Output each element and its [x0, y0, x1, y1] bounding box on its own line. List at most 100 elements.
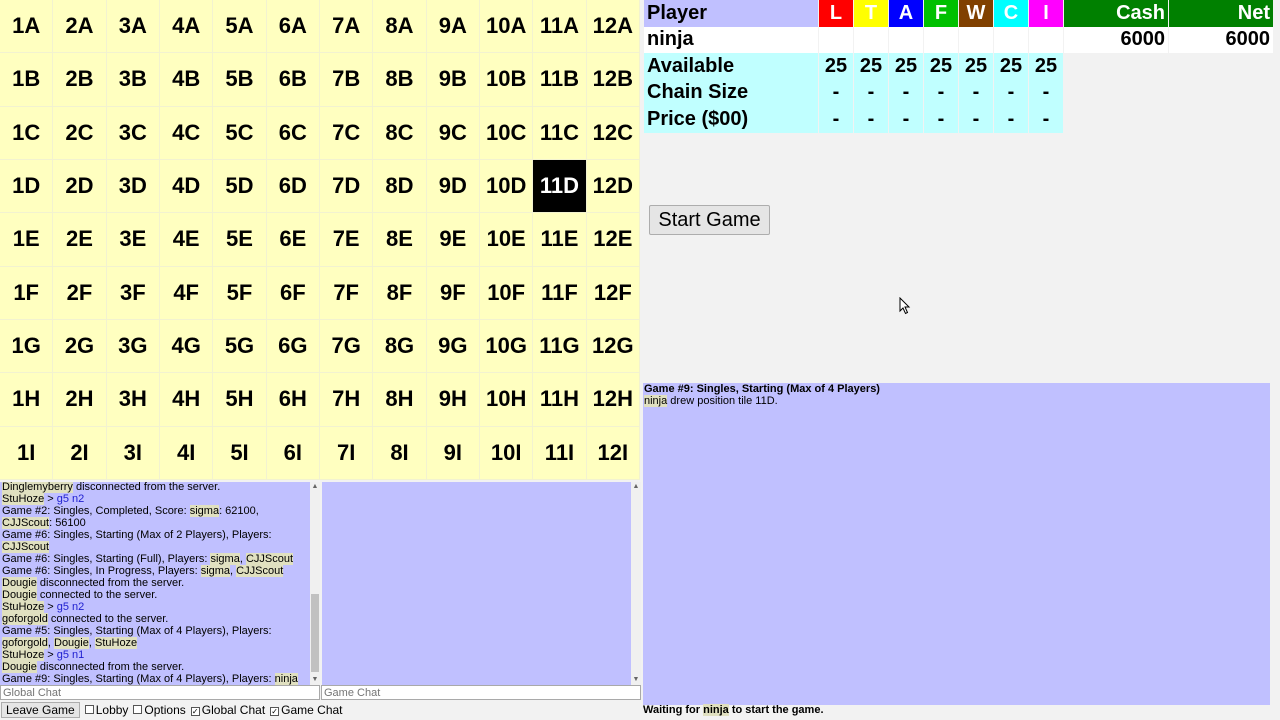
- board-tile-5a[interactable]: 5A: [213, 0, 267, 54]
- board-tile-4b[interactable]: 4B: [159, 53, 214, 107]
- board-tile-1h[interactable]: 1H: [0, 373, 54, 427]
- board-tile-10a[interactable]: 10A: [479, 0, 534, 54]
- board-tile-7g[interactable]: 7G: [319, 319, 374, 374]
- board-tile-7h[interactable]: 7H: [319, 373, 374, 427]
- board-tile-5i[interactable]: 5I: [213, 426, 267, 480]
- board-tile-2b[interactable]: 2B: [53, 53, 107, 107]
- board-tile-10b[interactable]: 10B: [479, 53, 534, 107]
- board-tile-10c[interactable]: 10C: [479, 106, 534, 160]
- board-tile-10h[interactable]: 10H: [479, 373, 534, 427]
- board-tile-9i[interactable]: 9I: [426, 426, 480, 480]
- checkbox-global-chat[interactable]: ✓: [190, 707, 200, 716]
- board-tile-5h[interactable]: 5H: [213, 373, 267, 427]
- board-tile-8h[interactable]: 8H: [373, 373, 427, 427]
- board-tile-11f[interactable]: 11F: [533, 266, 587, 320]
- board-tile-5d[interactable]: 5D: [213, 159, 267, 214]
- board-tile-6c[interactable]: 6C: [266, 106, 320, 160]
- board-tile-1f[interactable]: 1F: [0, 266, 54, 320]
- board-tile-3d[interactable]: 3D: [106, 159, 160, 214]
- board-tile-8e[interactable]: 8E: [373, 213, 427, 267]
- checkbox-game-chat[interactable]: ✓: [270, 707, 280, 716]
- board-tile-4g[interactable]: 4G: [159, 319, 214, 374]
- board-tile-6i[interactable]: 6I: [266, 426, 320, 480]
- start-game-button[interactable]: Start Game: [649, 205, 770, 235]
- board-tile-6e[interactable]: 6E: [266, 213, 320, 267]
- board-tile-4c[interactable]: 4C: [159, 106, 214, 160]
- board-tile-2g[interactable]: 2G: [53, 319, 107, 374]
- board-tile-2c[interactable]: 2C: [53, 106, 107, 160]
- board-tile-4a[interactable]: 4A: [159, 0, 214, 54]
- board-tile-3a[interactable]: 3A: [106, 0, 160, 54]
- board-tile-8g[interactable]: 8G: [373, 319, 427, 374]
- board-tile-7i[interactable]: 7I: [319, 426, 374, 480]
- board-tile-6d[interactable]: 6D: [266, 159, 320, 214]
- board-tile-12b[interactable]: 12B: [586, 53, 640, 107]
- board-tile-5f[interactable]: 5F: [213, 266, 267, 320]
- board-tile-6a[interactable]: 6A: [266, 0, 320, 54]
- board-tile-3h[interactable]: 3H: [106, 373, 160, 427]
- board-tile-1i[interactable]: 1I: [0, 426, 54, 480]
- scroll-thumb[interactable]: [311, 594, 319, 672]
- checkbox-lobby[interactable]: [84, 705, 94, 714]
- board-tile-7e[interactable]: 7E: [319, 213, 374, 267]
- board-tile-1b[interactable]: 1B: [0, 53, 54, 107]
- board-tile-1a[interactable]: 1A: [0, 0, 54, 54]
- board-tile-12g[interactable]: 12G: [586, 319, 640, 374]
- board-tile-9d[interactable]: 9D: [426, 159, 480, 214]
- board-tile-12a[interactable]: 12A: [586, 0, 640, 54]
- board-tile-2e[interactable]: 2E: [53, 213, 107, 267]
- board-tile-3b[interactable]: 3B: [106, 53, 160, 107]
- board-tile-10i[interactable]: 10I: [479, 426, 534, 480]
- leave-game-button[interactable]: Leave Game: [1, 702, 80, 718]
- board-tile-11a[interactable]: 11A: [533, 0, 587, 54]
- board-tile-3f[interactable]: 3F: [106, 266, 160, 320]
- board-tile-11c[interactable]: 11C: [533, 106, 587, 160]
- board-tile-12e[interactable]: 12E: [586, 213, 640, 267]
- board-tile-11g[interactable]: 11G: [533, 319, 587, 374]
- board-tile-3i[interactable]: 3I: [106, 426, 160, 480]
- board-tile-5c[interactable]: 5C: [213, 106, 267, 160]
- board-tile-4d[interactable]: 4D: [159, 159, 214, 214]
- board-tile-4h[interactable]: 4H: [159, 373, 214, 427]
- board-tile-8i[interactable]: 8I: [373, 426, 427, 480]
- board-tile-5b[interactable]: 5B: [213, 53, 267, 107]
- board-tile-9b[interactable]: 9B: [426, 53, 480, 107]
- board-tile-7d[interactable]: 7D: [319, 159, 374, 214]
- board-tile-9h[interactable]: 9H: [426, 373, 480, 427]
- board-tile-9f[interactable]: 9F: [426, 266, 480, 320]
- board-tile-10d[interactable]: 10D: [479, 159, 534, 214]
- board-tile-1d[interactable]: 1D: [0, 159, 54, 214]
- board-tile-1g[interactable]: 1G: [0, 319, 54, 374]
- scroll-up-icon[interactable]: ▲: [310, 482, 320, 492]
- scroll-up-icon[interactable]: ▲: [631, 482, 641, 492]
- board-tile-6h[interactable]: 6H: [266, 373, 320, 427]
- checkbox-options[interactable]: [133, 705, 143, 714]
- board-tile-11b[interactable]: 11B: [533, 53, 587, 107]
- board-tile-7a[interactable]: 7A: [319, 0, 374, 54]
- board-tile-9c[interactable]: 9C: [426, 106, 480, 160]
- board-tile-12c[interactable]: 12C: [586, 106, 640, 160]
- board-tile-4e[interactable]: 4E: [159, 213, 214, 267]
- board-tile-4i[interactable]: 4I: [159, 426, 214, 480]
- board-tile-2d[interactable]: 2D: [53, 159, 107, 214]
- board-tile-10e[interactable]: 10E: [479, 213, 534, 267]
- board-tile-11e[interactable]: 11E: [533, 213, 587, 267]
- board-tile-8a[interactable]: 8A: [373, 0, 427, 54]
- board-tile-5e[interactable]: 5E: [213, 213, 267, 267]
- board-tile-10g[interactable]: 10G: [479, 319, 534, 374]
- game-chat-input[interactable]: [321, 685, 641, 700]
- board-tile-6g[interactable]: 6G: [266, 319, 320, 374]
- board-tile-7c[interactable]: 7C: [319, 106, 374, 160]
- board-tile-11h[interactable]: 11H: [533, 373, 587, 427]
- global-chat-input[interactable]: [0, 685, 320, 700]
- board-tile-3e[interactable]: 3E: [106, 213, 160, 267]
- board-tile-7b[interactable]: 7B: [319, 53, 374, 107]
- game-chat-scrollbar[interactable]: ▲ ▼: [631, 482, 641, 685]
- board-tile-9a[interactable]: 9A: [426, 0, 480, 54]
- board-tile-12f[interactable]: 12F: [586, 266, 640, 320]
- board-tile-12i[interactable]: 12I: [586, 426, 640, 480]
- board-tile-2f[interactable]: 2F: [53, 266, 107, 320]
- board-tile-9e[interactable]: 9E: [426, 213, 480, 267]
- board-tile-4f[interactable]: 4F: [159, 266, 214, 320]
- board-tile-6f[interactable]: 6F: [266, 266, 320, 320]
